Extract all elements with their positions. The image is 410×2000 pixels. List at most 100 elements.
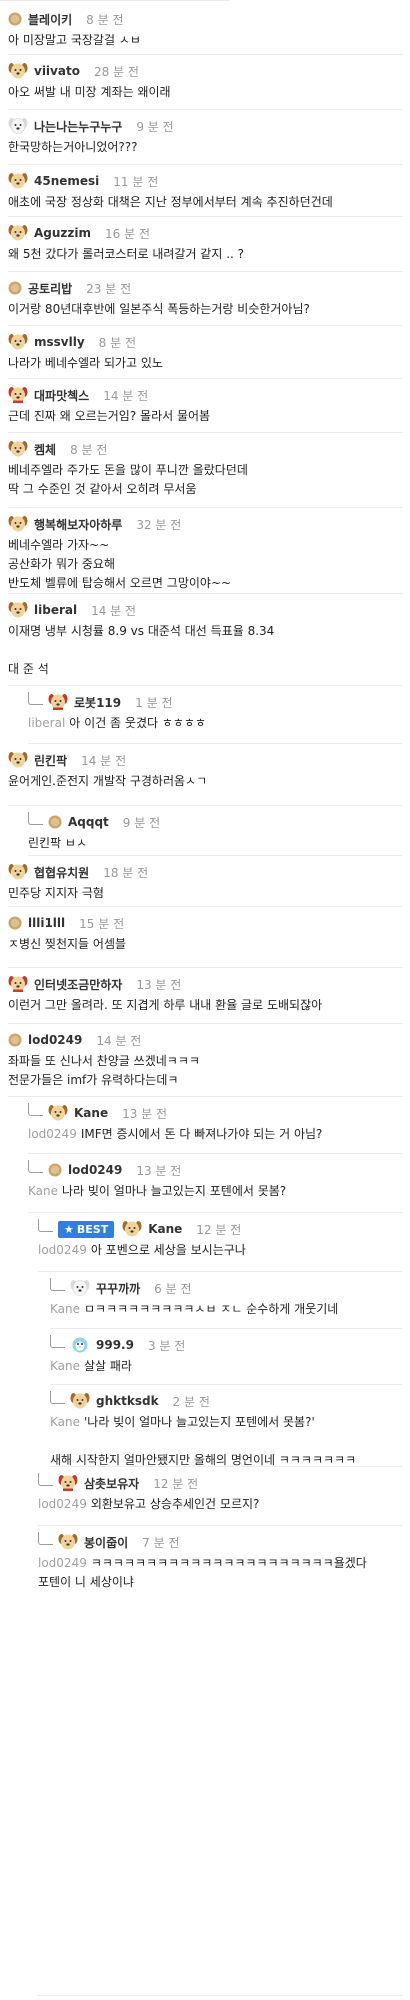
round-face-icon[interactable]	[8, 281, 22, 295]
red-puppy-icon[interactable]	[58, 1474, 78, 1492]
puppy-icon[interactable]	[8, 863, 28, 881]
comment-nickname[interactable]: 삼촛보유자	[84, 1475, 139, 1492]
comment-nickname[interactable]: Kane	[148, 1222, 182, 1236]
comment-nickname[interactable]: 꾸꾸까까	[96, 1280, 140, 1297]
comment-nickname[interactable]: lod0249	[28, 1033, 82, 1047]
comment-nickname[interactable]: 블레이키	[28, 11, 72, 28]
comment-item: llli1lll 15 분 전 ㅈ병신 찢천지들 어셈블	[8, 911, 403, 968]
comment-header: 인터넷조금만하자 13 분 전	[8, 972, 403, 996]
comment-item: 45nemesi 11 분 전 애초에 국장 정상화 대책은 지난 정부에서부터 계…	[8, 169, 403, 217]
comment-mention[interactable]: Kane	[50, 1302, 80, 1316]
comment-nickname[interactable]: mssvlly	[34, 335, 85, 349]
comment-nickname[interactable]: lod0249	[68, 1163, 122, 1177]
comment-time: 7 분 전	[142, 1535, 180, 1550]
puppy-icon[interactable]	[8, 172, 28, 190]
comment-item: 대파맛첵스 14 분 전 근데 진짜 왜 오르는거임? 몰라서 물어봄	[8, 383, 403, 433]
comment-body: 이거랑 80년대후반에 일본주식 폭등하는거랑 비슷한거아님?	[8, 300, 403, 319]
comment-text: 베네주엘라 주가도 돈을 많이 푸니깐 올랐다던데 딱 그 수준인 것 같아서 …	[8, 463, 248, 496]
round-face-icon[interactable]	[8, 916, 22, 930]
comment-item: 협협유치원 18 분 전 민주당 지지자 극혐	[8, 860, 403, 907]
comment-time: 9 분 전	[136, 119, 174, 134]
comment-nickname[interactable]: ghktksdk	[96, 1394, 159, 1408]
round-face-icon[interactable]	[48, 1163, 62, 1177]
comment-mention[interactable]: liberal	[28, 716, 65, 730]
comment-mention[interactable]: lod0249	[38, 1243, 87, 1257]
comment-text: 아오 써발 내 미장 계좌는 왜이래	[8, 85, 171, 99]
comment-mention[interactable]: Kane	[50, 1359, 80, 1373]
comment-time: 13 분 전	[122, 1106, 168, 1121]
comment-time: 3 분 전	[147, 1338, 186, 1353]
comment-time: 16 분 전	[105, 226, 150, 241]
reply-comment: 999.9 3 분 전 Kane 살살 패라	[50, 1333, 402, 1385]
round-face-icon[interactable]	[8, 1033, 22, 1047]
puppy-icon[interactable]	[8, 601, 28, 619]
reply-arrow-icon	[28, 811, 43, 825]
puppy-icon[interactable]	[8, 440, 28, 458]
comment-nickname[interactable]: 행복해보자아하루	[34, 516, 122, 533]
comment-nickname[interactable]: 로봇119	[74, 694, 121, 711]
comment-mention[interactable]: Kane	[28, 1184, 58, 1198]
comment-header: 로봇119 1 분 전	[28, 690, 402, 714]
comment-body: ㅈ병신 찢천지들 어셈블	[8, 935, 403, 954]
puppy-icon[interactable]	[8, 333, 28, 351]
white-puppy-icon[interactable]	[8, 117, 28, 135]
comment-nickname[interactable]: 공토리밥	[28, 280, 72, 297]
reply-comment: 로봇119 1 분 전 liberal 아 이건 좀 웃겼다 ㅎㅎㅎㅎ	[28, 690, 402, 744]
puppy-icon[interactable]	[8, 62, 28, 80]
round-face-icon[interactable]	[8, 12, 22, 26]
comment-header: viivato 28 분 전	[8, 59, 403, 83]
reply-comment: 봉이줍이 7 분 전 lod0249 ㅋㅋㅋㅋㅋㅋㅋㅋㅋㅋㅋㅋㅋㅋㅋㅋㅋㅋㅋㅋㅋㅋ욜겠…	[38, 1530, 402, 1996]
puppy-icon[interactable]	[122, 1220, 142, 1238]
comment-mention[interactable]: lod0249	[38, 1497, 87, 1511]
white-puppy-icon[interactable]	[70, 1279, 90, 1297]
comment-nickname[interactable]: viivato	[34, 64, 80, 78]
puppy-icon[interactable]	[8, 515, 28, 533]
comment-header: mssvlly 8 분 전	[8, 330, 403, 354]
comment-nickname[interactable]: 나는나는누구누구	[34, 118, 122, 135]
comment-text: 외환보유고 상승추세인건 모르지?	[90, 1497, 260, 1511]
comment-body: lod0249 IMF면 증시에서 돈 다 빠져나가야 되는 거 아님?	[28, 1125, 402, 1144]
comment-mention[interactable]: Kane	[50, 1415, 80, 1429]
puppy-icon[interactable]	[58, 1533, 78, 1551]
red-puppy-icon[interactable]	[48, 693, 68, 711]
comment-body: Kane 살살 패라	[50, 1357, 402, 1376]
red-puppy-icon[interactable]	[8, 975, 28, 993]
comment-nickname[interactable]: 인터넷조금만하자	[34, 976, 122, 993]
comment-text: 왜 5천 갔다가 롤러코스터로 내려갈거 같지 .. ?	[8, 247, 245, 261]
puppy-icon[interactable]	[8, 224, 28, 242]
comment-nickname[interactable]: 켐체	[34, 441, 56, 458]
comment-item: 블레이키 8 분 전아 미장말고 국장갈걸 ㅅㅂ	[8, 7, 403, 55]
reply-arrow-icon	[50, 1334, 65, 1348]
round-face-icon[interactable]	[48, 815, 62, 829]
comment-header: 켐체 8 분 전	[8, 437, 403, 461]
comment-nickname[interactable]: Aguzzim	[34, 226, 91, 240]
comment-nickname[interactable]: 999.9	[96, 1338, 134, 1352]
reply-arrow-icon	[50, 1390, 65, 1404]
red-puppy-icon[interactable]	[8, 386, 28, 404]
comment-header: 블레이키 8 분 전	[8, 7, 403, 31]
comment-nickname[interactable]: liberal	[34, 603, 77, 617]
comment-time: 1 분 전	[135, 695, 173, 710]
comment-time: 23 분 전	[86, 281, 132, 296]
comment-header: 공토리밥 23 분 전	[8, 276, 403, 300]
comment-nickname[interactable]: 봉이줍이	[84, 1534, 128, 1551]
comment-nickname[interactable]: Aqqqt	[68, 815, 109, 829]
comment-nickname[interactable]: 대파맛첵스	[34, 387, 89, 404]
comment-text: ㅈ병신 찢천지들 어셈블	[8, 937, 127, 951]
puppy-icon[interactable]	[48, 1104, 68, 1122]
comment-text: 살살 패라	[84, 1359, 132, 1373]
comment-mention[interactable]: lod0249	[28, 1127, 77, 1141]
comment-item: mssvlly 8 분 전 나라가 베네수엘라 되가고 있노	[8, 330, 403, 379]
comment-nickname[interactable]: 45nemesi	[34, 174, 99, 188]
comment-mention[interactable]: lod0249	[38, 1556, 87, 1570]
comment-body: 이재명 냉부 시청률 8.9 vs 대준석 대선 득표율 8.34 대 준 석	[8, 622, 403, 679]
puppy-icon[interactable]	[8, 751, 28, 769]
reply-comment: Aqqqt 9 분 전 린킨팍 ㅂㅅ	[28, 810, 402, 856]
comment-nickname[interactable]: 협협유치원	[34, 864, 89, 881]
blue-bird-icon[interactable]	[70, 1336, 90, 1354]
puppy-icon[interactable]	[70, 1392, 90, 1410]
comment-nickname[interactable]: llli1lll	[28, 916, 65, 930]
comment-nickname[interactable]: 린킨팍	[34, 752, 67, 769]
comment-nickname[interactable]: Kane	[74, 1106, 108, 1120]
reply-comment: 삼촛보유자 12 분 전 lod0249 외환보유고 상승추세인건 모르지?	[38, 1471, 402, 1526]
